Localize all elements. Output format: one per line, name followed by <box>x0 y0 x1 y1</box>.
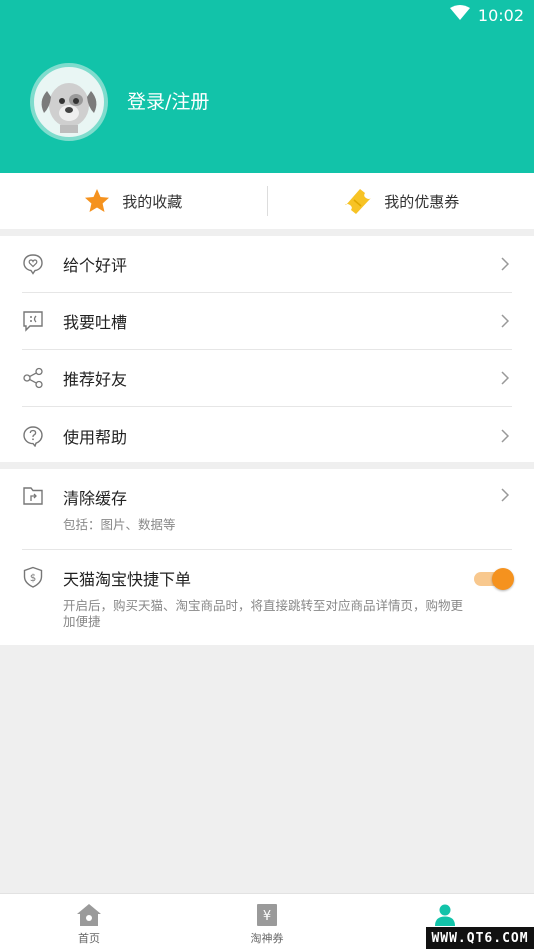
clear-cache-description: 包括：图片、数据等 <box>63 517 176 532</box>
tab-home-label: 首页 <box>78 932 100 945</box>
my-coupons-button[interactable]: 我的优惠券 <box>268 173 534 229</box>
star-icon <box>85 189 110 212</box>
site-watermark: WWW.QT6.COM <box>426 927 534 949</box>
my-coupons-label: 我的优惠券 <box>384 192 460 211</box>
clear-cache-item[interactable]: 清除缓存 包括：图片、数据等 <box>22 469 512 550</box>
user-icon <box>435 904 455 926</box>
help-item[interactable]: 使用帮助 <box>22 407 512 464</box>
quick-order-description: 开启后，购买天猫、淘宝商品时，将直接跳转至对应商品详情页，购物更加便捷 <box>63 598 464 629</box>
dog-avatar-icon <box>41 83 97 133</box>
coupon-yen-icon: ¥ <box>257 904 277 926</box>
complaint-icon <box>22 310 44 332</box>
status-bar: 10:02 <box>449 4 524 26</box>
feedback-item[interactable]: 我要吐槽 <box>22 293 512 350</box>
help-icon <box>22 425 44 447</box>
recommend-friends-label: 推荐好友 <box>63 370 128 389</box>
tab-coupons[interactable]: ¥ 淘神券 <box>178 894 356 949</box>
shield-dollar-icon: $ <box>22 566 44 588</box>
tab-home[interactable]: 首页 <box>0 894 178 949</box>
share-icon <box>22 367 44 389</box>
chevron-right-icon <box>501 314 510 328</box>
profile-header: 10:02 登录/注册 <box>0 0 534 173</box>
rate-app-label: 给个好评 <box>63 256 128 275</box>
feedback-label: 我要吐槽 <box>63 313 128 332</box>
chevron-right-icon <box>501 488 510 502</box>
svg-text:¥: ¥ <box>263 909 271 924</box>
rate-app-item[interactable]: 给个好评 <box>22 236 512 293</box>
chevron-right-icon <box>501 428 510 443</box>
quick-order-label: 天猫淘宝快捷下单 <box>63 570 192 589</box>
toggle-knob <box>492 568 514 590</box>
chevron-right-icon <box>501 371 510 385</box>
login-register-link[interactable]: 登录/注册 <box>127 87 209 114</box>
status-time: 10:02 <box>477 5 524 25</box>
home-icon <box>77 904 101 926</box>
tab-coupons-label: 淘神券 <box>250 932 284 945</box>
heart-chat-icon <box>22 253 44 275</box>
wifi-icon <box>449 5 470 25</box>
recommend-friends-item[interactable]: 推荐好友 <box>22 350 512 407</box>
ticket-icon <box>345 189 372 214</box>
chevron-right-icon <box>501 257 510 271</box>
avatar[interactable] <box>30 63 108 141</box>
help-label: 使用帮助 <box>63 427 128 447</box>
quick-order-item: $ 天猫淘宝快捷下单 开启后，购买天猫、淘宝商品时，将直接跳转至对应商品详情页，… <box>22 550 514 645</box>
my-favorites-button[interactable]: 我的收藏 <box>0 173 267 229</box>
quick-actions: 我的收藏 我的优惠券 <box>0 173 534 229</box>
menu-group: 给个好评 我要吐槽 推荐好友 使用帮助 <box>0 236 534 462</box>
clear-cache-label: 清除缓存 <box>63 489 128 508</box>
settings-group: 清除缓存 包括：图片、数据等 $ 天猫淘宝快捷下单 开启后，购买天猫、淘宝商品时… <box>0 469 534 645</box>
quick-order-toggle[interactable] <box>474 568 514 590</box>
svg-text:$: $ <box>30 573 36 584</box>
my-favorites-label: 我的收藏 <box>122 192 183 211</box>
folder-icon <box>22 485 44 507</box>
